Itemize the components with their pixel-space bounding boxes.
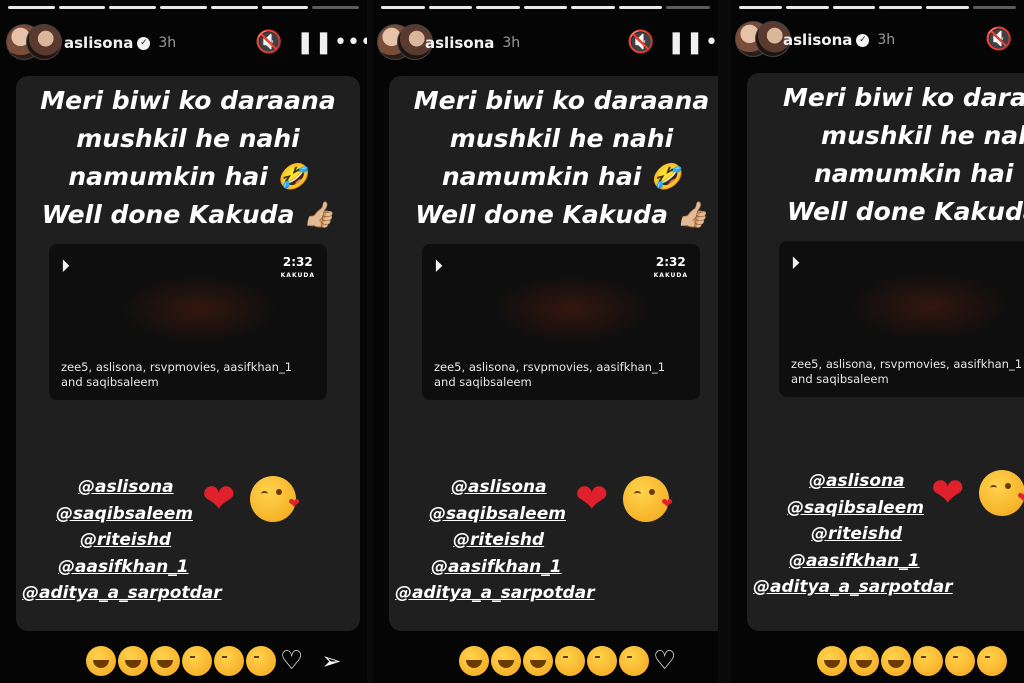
- red-heart-sticker: ❤: [575, 476, 609, 522]
- story-card: Meri biwi ko daraana mushkil he nahi nam…: [389, 76, 718, 631]
- reaction-kiss[interactable]: [587, 646, 617, 676]
- caption-line: Meri biwi ko daraana: [783, 83, 1024, 112]
- kiss-face-sticker: ❤: [979, 470, 1024, 516]
- mention-link[interactable]: @aslisona: [747, 468, 953, 495]
- send-icon[interactable]: ➢: [321, 647, 341, 675]
- reaction-laugh[interactable]: [86, 646, 116, 676]
- mention-link[interactable]: @saqibsaleem: [747, 495, 953, 522]
- mention-link[interactable]: @aslisona: [16, 474, 222, 501]
- reaction-kiss[interactable]: [913, 646, 943, 676]
- pause-icon[interactable]: ❚❚: [296, 30, 333, 55]
- red-heart-sticker: ❤: [931, 470, 965, 516]
- reaction-bar: [817, 641, 1024, 681]
- caption-line: mushkil he nahi: [449, 124, 674, 153]
- verified-badge-icon: ✓: [856, 33, 870, 47]
- muted-speaker-icon[interactable]: 🔇: [985, 27, 1012, 52]
- story-time: 3h: [877, 32, 896, 48]
- mention-link[interactable]: @saqibsaleem: [389, 501, 595, 528]
- red-heart-sticker: ❤: [202, 476, 236, 522]
- reaction-kiss[interactable]: [555, 646, 585, 676]
- story-caption: Meri biwi ko daraana mushkil he nahi nam…: [16, 82, 360, 234]
- reaction-laugh[interactable]: [849, 646, 879, 676]
- story-progress-bar: [8, 6, 360, 9]
- reaction-kiss[interactable]: [214, 646, 244, 676]
- caption-line: namumkin hai 🤣: [68, 162, 308, 191]
- reaction-laugh[interactable]: [523, 646, 553, 676]
- reel-icon: ⏵: [434, 256, 443, 277]
- reel-icon: ⏵: [61, 256, 70, 277]
- shared-reel-card[interactable]: ⏵ 2:32 KAKUDA zee5, aslisona, rsvpmovies…: [422, 244, 700, 400]
- reaction-laugh[interactable]: [881, 646, 911, 676]
- story-card: Meri biwi ko daraana mushkil he nahi nam…: [16, 76, 360, 631]
- story-caption: Meri biwi ko daraana mushkil he nahi nam…: [783, 79, 1024, 231]
- reel-duration: 2:32 KAKUDA: [280, 255, 315, 280]
- caption-line: namumkin hai 🤣: [441, 162, 682, 191]
- avatar-secondary[interactable]: [26, 24, 62, 60]
- reaction-kiss[interactable]: [182, 646, 212, 676]
- kiss-face-sticker: ❤: [250, 476, 300, 522]
- reel-duration: 2:32 KAKUDA: [653, 255, 688, 280]
- caption-line: Meri biwi ko daraana: [40, 86, 336, 115]
- username[interactable]: aslisona ✓ 3h: [783, 31, 895, 49]
- more-icon[interactable]: •: [705, 30, 718, 55]
- mention-link[interactable]: @aditya_a_sarpotdar: [747, 574, 953, 601]
- caption-line: namumkin hai 🤣: [814, 159, 1024, 188]
- reaction-laugh[interactable]: [491, 646, 521, 676]
- reaction-laugh[interactable]: [118, 646, 148, 676]
- reaction-kiss[interactable]: [246, 646, 276, 676]
- reaction-kiss[interactable]: [945, 646, 975, 676]
- heart-outline-icon[interactable]: ♡: [653, 646, 676, 676]
- shared-reel-card[interactable]: ⏵ 2:32 KAKUDA zee5, aslisona, rsvpmovies…: [49, 244, 327, 400]
- mention-link[interactable]: @saqibsaleem: [16, 501, 222, 528]
- mention-link[interactable]: @aditya_a_sarpotdar: [389, 580, 595, 607]
- heart-outline-icon[interactable]: ♡: [280, 646, 303, 676]
- shared-reel-card[interactable]: ⏵ zee5, aslisona, rsvpmovies, aasifkhan_…: [779, 241, 1024, 397]
- reaction-kiss[interactable]: [977, 646, 1007, 676]
- story-panel-3: aslisona ✓ 3h 🔇 Meri biwi ko daraana mus…: [731, 0, 1024, 683]
- username[interactable]: aslisona ✓ 3h: [64, 34, 176, 52]
- mention-link[interactable]: @riteishd: [747, 521, 953, 548]
- caption-line: Well done Kakuda 👍🏼: [415, 200, 708, 229]
- reel-tags: zee5, aslisona, rsvpmovies, aasifkhan_1 …: [791, 357, 1023, 386]
- pause-icon[interactable]: ❚❚: [667, 30, 704, 55]
- username[interactable]: aslisona 3h: [425, 34, 520, 52]
- reaction-bar: ♡: [459, 641, 718, 681]
- story-panel-2: aslisona 3h 🔇 ❚❚ • Meri biwi ko daraana …: [373, 0, 718, 683]
- story-panel-1: aslisona ✓ 3h 🔇 ❚❚ ••• Meri biwi ko dara…: [0, 0, 367, 683]
- caption-line: mushkil he nahi: [76, 124, 300, 153]
- mentions-list: @aslisona @saqibsaleem @riteishd @aasifk…: [747, 468, 953, 601]
- story-caption: Meri biwi ko daraana mushkil he nahi nam…: [389, 82, 718, 234]
- reel-tags: zee5, aslisona, rsvpmovies, aasifkhan_1 …: [434, 360, 666, 389]
- verified-badge-icon: ✓: [137, 36, 151, 50]
- reaction-kiss[interactable]: [619, 646, 649, 676]
- story-time: 3h: [502, 35, 521, 51]
- mention-link[interactable]: @aasifkhan_1: [16, 554, 222, 581]
- caption-line: Well done Kakuda 👍🏼: [787, 197, 1024, 226]
- reaction-laugh[interactable]: [817, 646, 847, 676]
- mention-link[interactable]: @riteishd: [389, 527, 595, 554]
- muted-speaker-icon[interactable]: 🔇: [627, 30, 654, 55]
- caption-line: mushkil he nahi: [821, 121, 1024, 150]
- reaction-laugh[interactable]: [459, 646, 489, 676]
- reel-icon: ⏵: [791, 253, 800, 274]
- mentions-list: @aslisona @saqibsaleem @riteishd @aasifk…: [389, 474, 595, 607]
- mention-link[interactable]: @aasifkhan_1: [389, 554, 595, 581]
- more-icon[interactable]: •••: [334, 30, 367, 55]
- reaction-bar: ♡ ➢: [86, 641, 367, 681]
- mention-link[interactable]: @riteishd: [16, 527, 222, 554]
- story-progress-bar: [739, 6, 1016, 9]
- mention-link[interactable]: @aslisona: [389, 474, 595, 501]
- mention-link[interactable]: @aasifkhan_1: [747, 548, 953, 575]
- caption-line: Well done Kakuda 👍🏼: [41, 200, 335, 229]
- story-time: 3h: [158, 35, 177, 51]
- reel-tags: zee5, aslisona, rsvpmovies, aasifkhan_1 …: [61, 360, 293, 389]
- story-card: Meri biwi ko daraana mushkil he nahi nam…: [747, 73, 1024, 631]
- reaction-laugh[interactable]: [150, 646, 180, 676]
- muted-speaker-icon[interactable]: 🔇: [255, 30, 282, 55]
- caption-line: Meri biwi ko daraana: [413, 86, 710, 115]
- kiss-face-sticker: ❤: [623, 476, 673, 522]
- mentions-list: @aslisona @saqibsaleem @riteishd @aasifk…: [16, 474, 222, 607]
- mention-link[interactable]: @aditya_a_sarpotdar: [16, 580, 222, 607]
- story-progress-bar: [381, 6, 711, 9]
